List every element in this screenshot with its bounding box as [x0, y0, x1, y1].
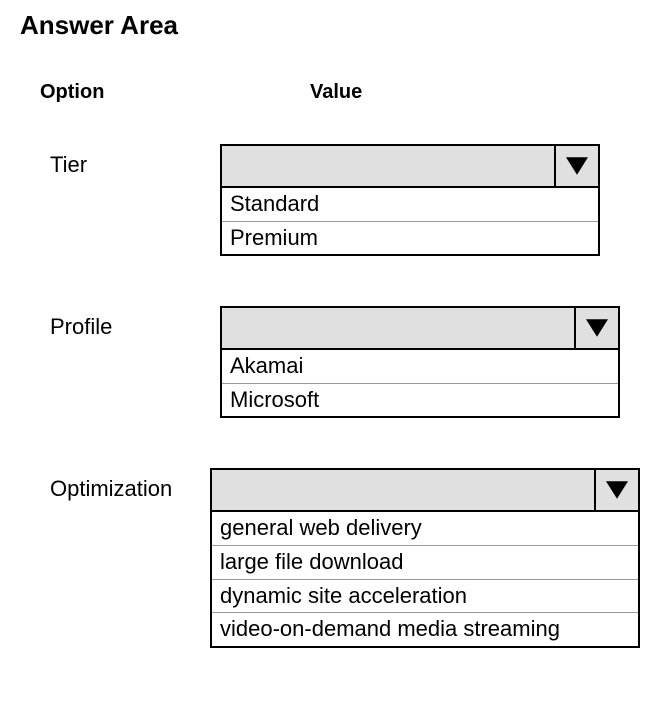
optimization-option[interactable]: video-on-demand media streaming	[212, 613, 638, 646]
tier-dropdown[interactable]	[220, 144, 600, 188]
page-title: Answer Area	[20, 10, 640, 41]
field-profile: Profile Akamai Microsoft	[20, 306, 640, 418]
optimization-option[interactable]: general web delivery	[212, 512, 638, 546]
field-tier: Tier Standard Premium	[20, 144, 640, 256]
profile-option[interactable]: Akamai	[222, 350, 618, 384]
column-headers: Option Value	[20, 81, 640, 104]
optimization-dropdown[interactable]	[210, 468, 640, 512]
chevron-down-icon[interactable]	[554, 146, 598, 186]
profile-label: Profile	[20, 306, 220, 340]
optimization-options: general web delivery large file download…	[210, 512, 640, 647]
optimization-label: Optimization	[20, 468, 210, 502]
tier-option[interactable]: Premium	[222, 222, 598, 255]
optimization-option[interactable]: large file download	[212, 546, 638, 580]
tier-option[interactable]: Standard	[222, 188, 598, 222]
profile-dropdown[interactable]	[220, 306, 620, 350]
chevron-down-icon[interactable]	[574, 308, 618, 348]
tier-selected	[222, 146, 554, 186]
header-value: Value	[220, 81, 362, 104]
tier-label: Tier	[20, 144, 220, 178]
optimization-option[interactable]: dynamic site acceleration	[212, 580, 638, 614]
tier-options: Standard Premium	[220, 188, 600, 256]
field-optimization: Optimization general web delivery large …	[20, 468, 640, 647]
profile-options: Akamai Microsoft	[220, 350, 620, 418]
optimization-selected	[212, 470, 594, 510]
profile-option[interactable]: Microsoft	[222, 384, 618, 417]
profile-selected	[222, 308, 574, 348]
header-option: Option	[20, 81, 220, 104]
chevron-down-icon[interactable]	[594, 470, 638, 510]
